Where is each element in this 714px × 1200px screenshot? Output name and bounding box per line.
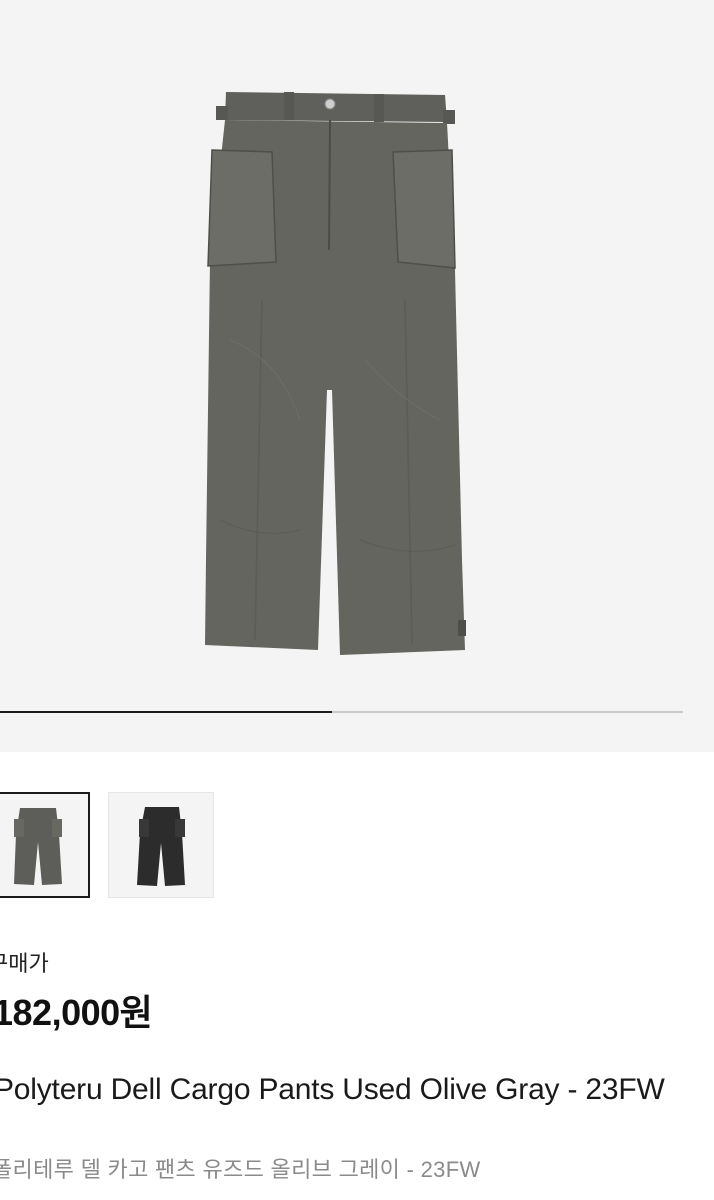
olive-gray-pants-thumbnail [14, 808, 62, 885]
gallery-progress-track [0, 711, 683, 713]
product-price: 182,000원 [0, 992, 153, 1033]
product-detail-page: 구매가 182,000원 Polyteru Dell Cargo Pants U… [0, 0, 714, 1200]
gallery-progress-fill [0, 711, 332, 713]
product-subtitle-korean: 폴리테루 델 카고 팬츠 유즈드 올리브 그레이 - 23FW [0, 1157, 481, 1182]
product-title: Polyteru Dell Cargo Pants Used Olive Gra… [0, 1073, 665, 1106]
price-label: 구매가 [0, 951, 49, 976]
product-image-gallery[interactable] [0, 0, 714, 752]
black-pants-thumbnail [137, 807, 185, 886]
product-main-image [205, 92, 466, 655]
thumbnail-black[interactable] [108, 792, 214, 898]
thumbnail-olive-gray[interactable] [0, 792, 90, 898]
